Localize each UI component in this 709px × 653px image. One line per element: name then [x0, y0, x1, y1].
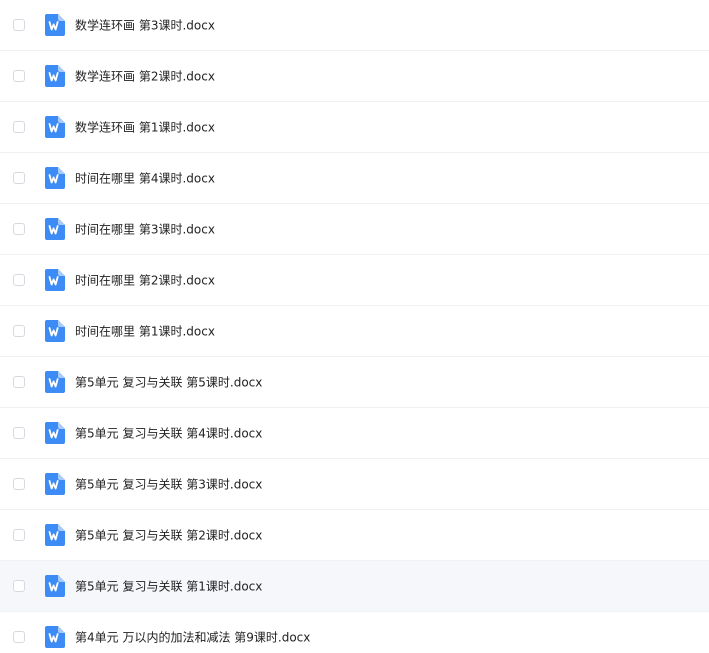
row-checkbox[interactable]	[13, 529, 25, 541]
file-row[interactable]: 第5单元 复习与关联 第5课时.docx	[0, 357, 709, 408]
file-row[interactable]: 第5单元 复习与关联 第2课时.docx	[0, 510, 709, 561]
word-docx-icon	[45, 116, 65, 138]
file-row[interactable]: 数学连环画 第2课时.docx	[0, 51, 709, 102]
file-row-hovered[interactable]: 第5单元 复习与关联 第1课时.docx	[0, 561, 709, 612]
file-name[interactable]: 第5单元 复习与关联 第5课时.docx	[75, 374, 262, 391]
file-row[interactable]: 时间在哪里 第3课时.docx	[0, 204, 709, 255]
file-row[interactable]: 数学连环画 第3课时.docx	[0, 0, 709, 51]
row-checkbox[interactable]	[13, 580, 25, 592]
word-docx-icon	[45, 626, 65, 648]
file-row[interactable]: 数学连环画 第1课时.docx	[0, 102, 709, 153]
file-row[interactable]: 时间在哪里 第4课时.docx	[0, 153, 709, 204]
file-name[interactable]: 第4单元 万以内的加法和减法 第9课时.docx	[75, 629, 310, 646]
word-docx-icon	[45, 65, 65, 87]
file-name[interactable]: 数学连环画 第2课时.docx	[75, 68, 215, 85]
file-list: 数学连环画 第3课时.docx 数学连环画 第2课时.docx 数学连环画 第1…	[0, 0, 709, 653]
file-name[interactable]: 时间在哪里 第4课时.docx	[75, 170, 215, 187]
file-row[interactable]: 第5单元 复习与关联 第4课时.docx	[0, 408, 709, 459]
word-docx-icon	[45, 524, 65, 546]
word-docx-icon	[45, 320, 65, 342]
file-name[interactable]: 第5单元 复习与关联 第3课时.docx	[75, 476, 262, 493]
word-docx-icon	[45, 371, 65, 393]
row-checkbox[interactable]	[13, 19, 25, 31]
file-row[interactable]: 第5单元 复习与关联 第3课时.docx	[0, 459, 709, 510]
row-checkbox[interactable]	[13, 70, 25, 82]
row-checkbox[interactable]	[13, 223, 25, 235]
row-checkbox[interactable]	[13, 325, 25, 337]
file-name[interactable]: 时间在哪里 第3课时.docx	[75, 221, 215, 238]
word-docx-icon	[45, 14, 65, 36]
row-checkbox[interactable]	[13, 376, 25, 388]
row-checkbox[interactable]	[13, 274, 25, 286]
row-checkbox[interactable]	[13, 631, 25, 643]
word-docx-icon	[45, 218, 65, 240]
file-name[interactable]: 第5单元 复习与关联 第1课时.docx	[75, 578, 262, 595]
row-checkbox[interactable]	[13, 172, 25, 184]
word-docx-icon	[45, 167, 65, 189]
file-row[interactable]: 时间在哪里 第1课时.docx	[0, 306, 709, 357]
file-name[interactable]: 时间在哪里 第2课时.docx	[75, 272, 215, 289]
file-row[interactable]: 第4单元 万以内的加法和减法 第9课时.docx	[0, 612, 709, 653]
row-checkbox[interactable]	[13, 427, 25, 439]
word-docx-icon	[45, 269, 65, 291]
word-docx-icon	[45, 422, 65, 444]
file-name[interactable]: 数学连环画 第3课时.docx	[75, 17, 215, 34]
file-row[interactable]: 时间在哪里 第2课时.docx	[0, 255, 709, 306]
word-docx-icon	[45, 473, 65, 495]
file-name[interactable]: 第5单元 复习与关联 第4课时.docx	[75, 425, 262, 442]
word-docx-icon	[45, 575, 65, 597]
file-name[interactable]: 时间在哪里 第1课时.docx	[75, 323, 215, 340]
row-checkbox[interactable]	[13, 478, 25, 490]
file-name[interactable]: 第5单元 复习与关联 第2课时.docx	[75, 527, 262, 544]
file-name[interactable]: 数学连环画 第1课时.docx	[75, 119, 215, 136]
row-checkbox[interactable]	[13, 121, 25, 133]
